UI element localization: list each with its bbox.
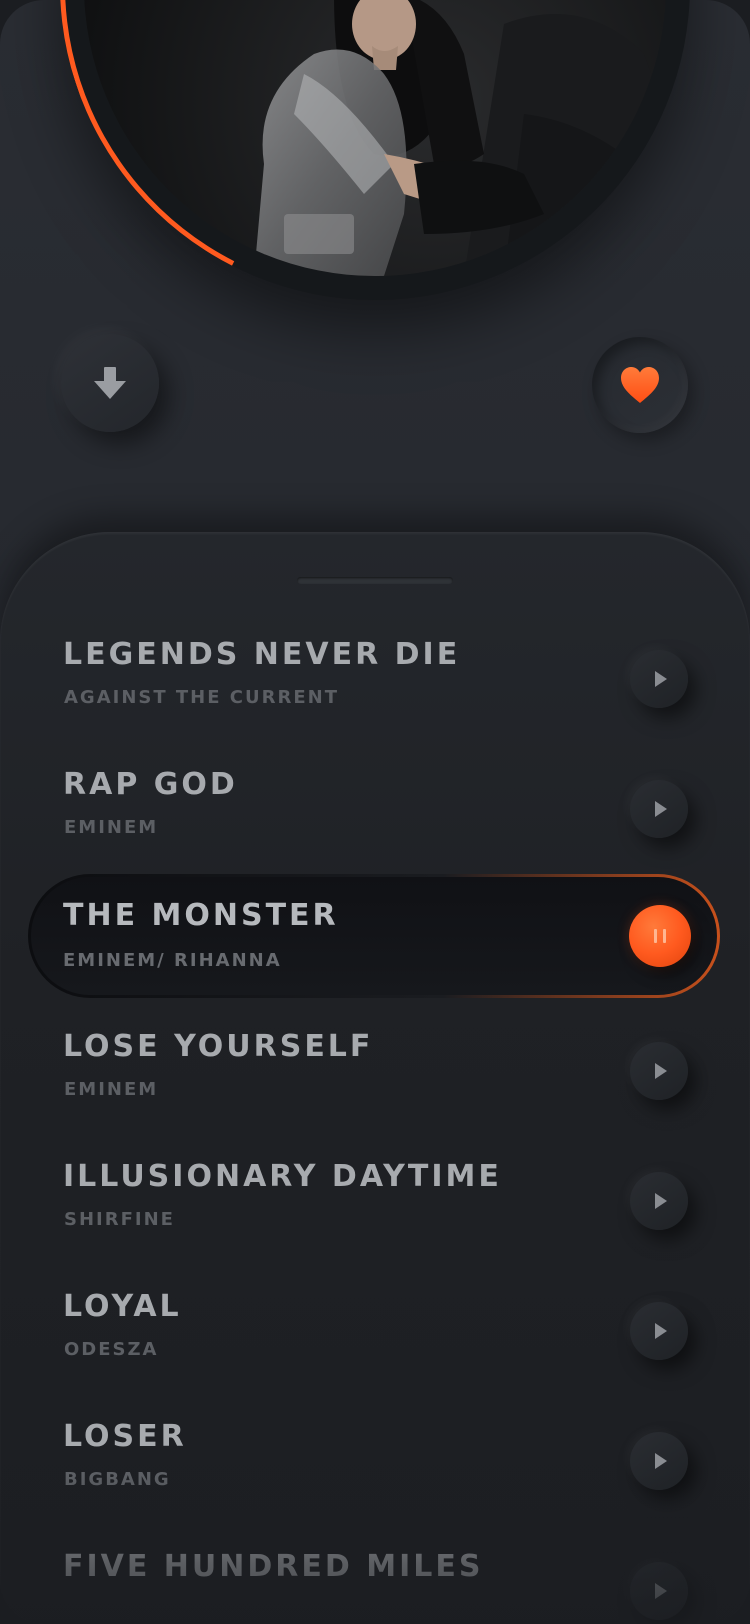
sheet-drag-handle[interactable]	[297, 577, 453, 584]
favorite-button[interactable]	[592, 337, 688, 433]
track-row[interactable]: FIVE HUNDRED MILES	[0, 1537, 750, 1624]
track-row[interactable]: LEGENDS NEVER DIE AGAINST THE CURRENT	[0, 625, 750, 747]
track-row[interactable]: LOSER BIGBANG	[0, 1407, 750, 1529]
download-arrow-icon	[94, 367, 126, 399]
play-icon	[655, 1453, 667, 1469]
now-playing-highlight	[28, 874, 720, 998]
play-button[interactable]	[630, 1562, 688, 1620]
play-button[interactable]	[630, 650, 688, 708]
heart-icon	[621, 367, 659, 403]
track-row-now-playing[interactable]: THE MONSTER EMINEM/ RIHANNA	[28, 874, 720, 998]
track-title: THE MONSTER	[63, 898, 339, 933]
play-button[interactable]	[630, 1172, 688, 1230]
track-title: LOYAL	[63, 1289, 182, 1324]
track-row[interactable]: LOSE YOURSELF EMINEM	[0, 1017, 750, 1139]
play-button[interactable]	[630, 780, 688, 838]
track-artist: SHIRFINE	[64, 1209, 175, 1230]
track-artist: ODESZA	[64, 1339, 159, 1360]
album-photo	[84, 0, 666, 276]
track-title: FIVE HUNDRED MILES	[63, 1549, 484, 1584]
track-artist: EMINEM	[64, 817, 159, 838]
music-player-screen: LEGENDS NEVER DIE AGAINST THE CURRENT RA…	[0, 0, 750, 1624]
track-row[interactable]: ILLUSIONARY DAYTIME SHIRFINE	[0, 1147, 750, 1269]
play-button[interactable]	[630, 1042, 688, 1100]
track-title: LOSE YOURSELF	[63, 1029, 374, 1064]
download-button[interactable]	[61, 334, 159, 432]
play-icon	[655, 1583, 667, 1599]
track-row[interactable]: LOYAL ODESZA	[0, 1277, 750, 1399]
play-icon	[655, 671, 667, 687]
play-icon	[655, 801, 667, 817]
track-title: ILLUSIONARY DAYTIME	[63, 1159, 502, 1194]
track-title: RAP GOD	[63, 767, 238, 802]
play-button[interactable]	[630, 1302, 688, 1360]
track-title: LEGENDS NEVER DIE	[63, 637, 461, 672]
play-icon	[655, 1063, 667, 1079]
track-artist: BIGBANG	[64, 1469, 171, 1490]
track-artist: EMINEM/ RIHANNA	[63, 950, 282, 971]
track-row[interactable]: RAP GOD EMINEM	[0, 755, 750, 877]
play-button[interactable]	[630, 1432, 688, 1490]
track-artist: AGAINST THE CURRENT	[64, 687, 339, 708]
track-artist: EMINEM	[64, 1079, 159, 1100]
play-icon	[655, 1193, 667, 1209]
pause-button[interactable]	[629, 905, 691, 967]
play-icon	[655, 1323, 667, 1339]
album-art-image	[84, 0, 666, 276]
pause-icon	[654, 929, 657, 943]
track-title: LOSER	[63, 1419, 187, 1454]
